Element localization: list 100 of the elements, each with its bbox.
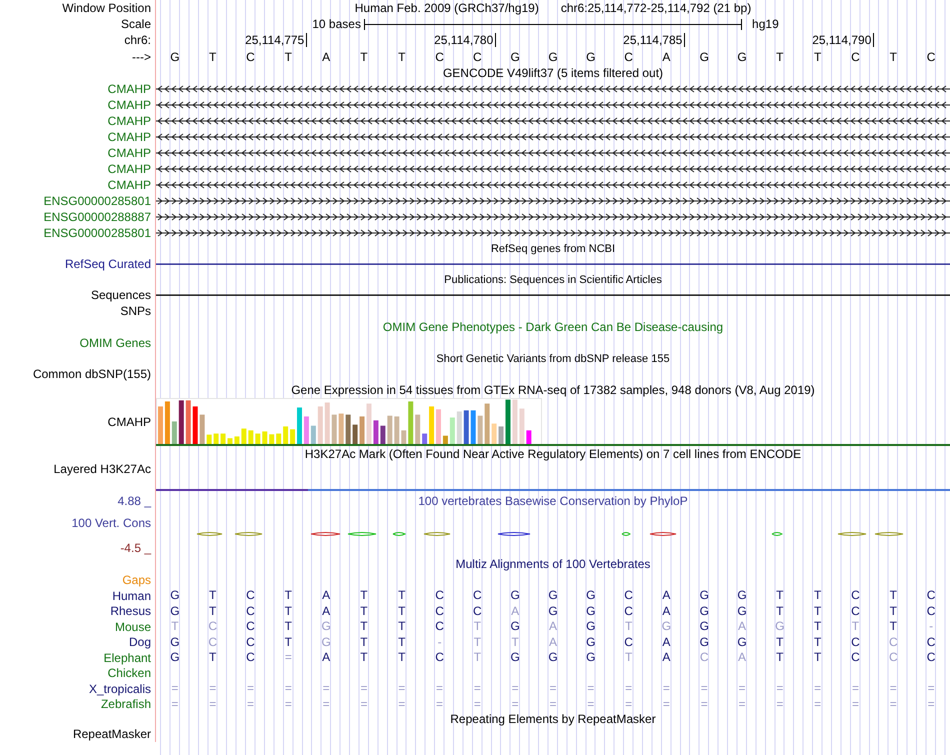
gene-strand-drawing[interactable] bbox=[156, 166, 950, 172]
gene-strand-drawing[interactable] bbox=[156, 230, 950, 236]
aligned-base: = bbox=[814, 698, 822, 711]
aligned-base: T bbox=[776, 636, 784, 649]
aligned-base: C bbox=[473, 589, 482, 602]
aligned-base: = bbox=[776, 698, 784, 711]
aligned-base: T bbox=[360, 620, 368, 634]
aligned-base: G bbox=[548, 604, 558, 618]
coordinate-tick: 25,114,785 bbox=[623, 33, 686, 47]
gene-strand-drawing[interactable] bbox=[156, 86, 950, 92]
aligned-base: T bbox=[398, 589, 406, 602]
base-letter: A bbox=[322, 50, 330, 64]
base-letter: G bbox=[737, 50, 747, 64]
track-label: CMAHP bbox=[108, 178, 151, 192]
aligned-base: C bbox=[624, 636, 633, 649]
track-label: Chicken bbox=[108, 666, 151, 680]
aligned-base: T bbox=[360, 636, 368, 649]
axis-value: 4.88 _ bbox=[118, 494, 151, 508]
aligned-base: G bbox=[586, 620, 596, 634]
aligned-base: T bbox=[360, 589, 368, 602]
aligned-base: A bbox=[662, 589, 670, 602]
aligned-base: = bbox=[928, 682, 935, 696]
gene-strand-drawing[interactable] bbox=[156, 118, 950, 124]
track-label: ---> bbox=[132, 50, 151, 64]
gene-strand-drawing[interactable] bbox=[156, 102, 950, 108]
track-label: X_tropicalis bbox=[88, 682, 151, 696]
track-title: RefSeq genes from NCBI bbox=[490, 242, 616, 254]
aligned-base: T bbox=[814, 651, 822, 664]
aligned-base: = bbox=[322, 698, 330, 711]
aligned-base: T bbox=[624, 620, 632, 634]
aligned-base: G bbox=[700, 604, 709, 618]
gene-strand-drawing[interactable] bbox=[156, 198, 950, 204]
aligned-base: = bbox=[890, 698, 897, 711]
aligned-base: G bbox=[321, 620, 331, 634]
aligned-base: T bbox=[776, 604, 784, 618]
aligned-base: = bbox=[852, 698, 859, 711]
base-letter: T bbox=[814, 50, 822, 64]
aligned-base: C bbox=[700, 651, 709, 664]
aligned-base: G bbox=[510, 620, 520, 634]
aligned-base: A bbox=[322, 651, 330, 664]
aligned-base: A bbox=[548, 620, 557, 634]
aligned-base: C bbox=[435, 589, 444, 602]
gene-strand-drawing[interactable] bbox=[156, 214, 950, 220]
gene-strand-drawing[interactable] bbox=[156, 150, 950, 156]
aligned-base: C bbox=[624, 589, 633, 602]
track-label: ENSG00000288887 bbox=[44, 210, 151, 224]
track-label: OMIM Genes bbox=[80, 336, 151, 350]
aligned-base: G bbox=[510, 651, 520, 664]
aligned-base: = bbox=[436, 698, 444, 711]
scale-label: 10 bases bbox=[312, 17, 361, 31]
aligned-base: = bbox=[587, 682, 594, 696]
base-letter: T bbox=[209, 50, 216, 64]
aligned-base: A bbox=[511, 604, 520, 618]
aligned-base: = bbox=[662, 698, 670, 711]
aligned-base: T bbox=[474, 620, 482, 634]
gene-strand-drawing[interactable] bbox=[156, 134, 950, 140]
aligned-base: = bbox=[625, 682, 632, 696]
track-label: RefSeq Curated bbox=[64, 257, 151, 271]
aligned-base: A bbox=[738, 620, 746, 634]
track-label: CMAHP bbox=[108, 114, 151, 128]
aligned-base: = bbox=[512, 698, 519, 711]
aligned-base: G bbox=[737, 636, 747, 649]
aligned-base: G bbox=[170, 589, 180, 602]
aligned-base: T bbox=[398, 620, 406, 634]
aligned-base: C bbox=[246, 589, 255, 602]
base-letter: T bbox=[776, 50, 784, 64]
aligned-base: = bbox=[398, 698, 406, 711]
aligned-base: = bbox=[625, 698, 632, 711]
aligned-base: G bbox=[737, 604, 747, 618]
aligned-base: G bbox=[170, 651, 180, 664]
track-title: Repeating Elements by RepeatMasker bbox=[450, 712, 656, 726]
aligned-base: C bbox=[435, 620, 444, 634]
base-letter: C bbox=[926, 50, 936, 64]
track-title: OMIM Gene Phenotypes - Dark Green Can Be Disease-causing bbox=[382, 320, 724, 334]
aligned-base: A bbox=[662, 604, 670, 618]
aligned-base: C bbox=[435, 651, 444, 664]
track-label: Common dbSNP(155) bbox=[32, 367, 151, 381]
aligned-base: A bbox=[322, 604, 330, 618]
track-label: CMAHP bbox=[108, 98, 151, 112]
aligned-base: T bbox=[776, 651, 784, 664]
track-title: Short Genetic Variants from dbSNP release 155 bbox=[436, 352, 670, 364]
aligned-base: G bbox=[586, 604, 596, 618]
aligned-base: G bbox=[586, 651, 596, 664]
aligned-base: T bbox=[814, 620, 822, 634]
aligned-base: T bbox=[814, 636, 822, 649]
aligned-base: C bbox=[246, 620, 255, 634]
aligned-base: = bbox=[549, 698, 556, 711]
aligned-base: C bbox=[851, 651, 860, 664]
track-title: 100 vertebrates Basewise Conservation by PhyloP bbox=[418, 494, 688, 508]
track-title: H3K27Ac Mark (Often Found Near Active Regulatory Elements) on 7 cell lines from ENCODE bbox=[304, 447, 802, 461]
aligned-base: T bbox=[284, 589, 292, 602]
aligned-base: G bbox=[170, 636, 180, 649]
aligned-base: T bbox=[398, 636, 406, 649]
aligned-base: T bbox=[360, 604, 368, 618]
aligned-base: T bbox=[814, 604, 822, 618]
aligned-base: = bbox=[890, 682, 897, 696]
aligned-base: A bbox=[662, 636, 670, 649]
aligned-base: T bbox=[474, 651, 482, 664]
base-letter: C bbox=[246, 50, 255, 64]
gene-strand-drawing[interactable] bbox=[156, 182, 950, 188]
